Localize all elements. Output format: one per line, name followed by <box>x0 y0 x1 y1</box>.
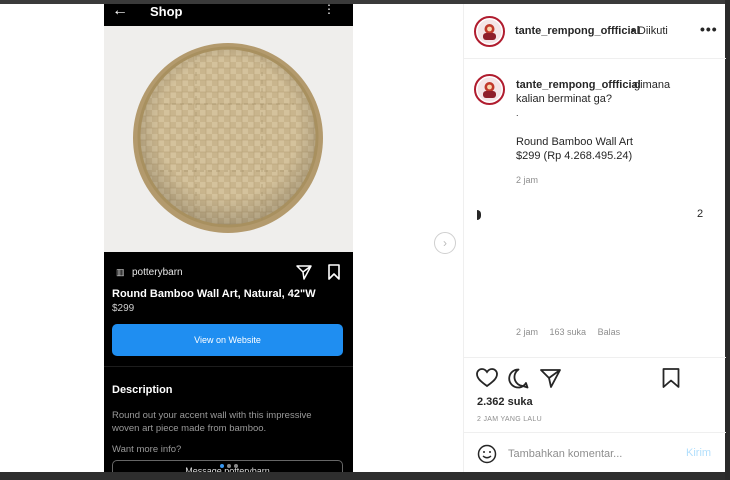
product-image <box>104 26 353 252</box>
send-icon[interactable] <box>296 264 312 285</box>
more-options-icon[interactable]: ••• <box>700 21 718 37</box>
more-vertical-icon: ⋮ <box>323 4 335 16</box>
description-heading: Description <box>112 384 173 396</box>
shop-icon: ▥ <box>116 267 125 277</box>
shop-name[interactable]: potterybarn <box>132 267 183 278</box>
follow-status[interactable]: • Diikuti <box>631 25 668 37</box>
chevron-right-icon[interactable]: › <box>434 232 456 254</box>
bamboo-basket-illustration <box>104 26 353 252</box>
bookmark-icon[interactable] <box>662 368 680 393</box>
post-username[interactable]: tante_rempong_offficial <box>515 25 640 37</box>
message-button[interactable]: Message potterybarn <box>112 460 343 472</box>
comment-input[interactable] <box>508 446 678 462</box>
phone-title: Shop <box>150 4 183 19</box>
post-timestamp[interactable]: 2 JAM YANG LALU <box>477 416 542 423</box>
shop-row: ▥ potterybarn <box>112 264 345 282</box>
view-on-website-button[interactable]: View on Website <box>112 324 343 356</box>
product-title: Round Bamboo Wall Art, Natural, 42"W <box>112 288 316 300</box>
caption-timestamp[interactable]: 2 jam <box>516 175 538 185</box>
comment-text: 2 <box>697 208 704 220</box>
share-icon[interactable] <box>540 368 561 393</box>
post-header: tante_rempong_offficial • Diikuti ••• <box>464 4 726 59</box>
comment-meta: 2 jam 163 suka Balas <box>516 327 629 337</box>
phone-screenshot: ← Shop ⋮ ▥ potterybarn Round Bamboo Wall… <box>104 4 353 472</box>
caption-text: gimana <box>634 79 671 91</box>
post-media: ← Shop ⋮ ▥ potterybarn Round Bamboo Wall… <box>0 4 463 472</box>
caption-text: kalian berminat ga? <box>516 93 613 105</box>
caption-username[interactable]: tante_rempong_offficial <box>516 79 641 91</box>
post-sidebar: tante_rempong_offficial • Diikuti ••• ta… <box>463 4 726 472</box>
add-comment-bar: Kirim <box>464 432 726 472</box>
comment-icon[interactable] <box>508 368 529 394</box>
avatar[interactable] <box>474 16 505 47</box>
caption-price: $299 (Rp 4.268.495.24) <box>516 150 633 162</box>
product-price: $299 <box>112 303 135 314</box>
send-comment-button[interactable]: Kirim <box>686 447 711 459</box>
heart-icon[interactable] <box>476 368 498 393</box>
likes-count[interactable]: 2.362 suka <box>477 396 533 408</box>
avatar[interactable] <box>474 74 505 105</box>
background-bottom <box>0 471 730 480</box>
caption-product: Round Bamboo Wall Art <box>516 136 633 148</box>
more-info-text: Want more info? <box>112 444 182 455</box>
description-text: Round out your accent wall with this imp… <box>112 410 312 434</box>
emoji-icon[interactable] <box>477 444 497 469</box>
comment-timestamp[interactable]: 2 jam <box>516 327 538 337</box>
divider <box>104 366 353 367</box>
comment-avatar-edge <box>477 210 481 220</box>
caption-text: . <box>516 108 519 118</box>
arrow-left-icon: ← <box>112 4 128 19</box>
reply-button[interactable]: Balas <box>598 327 621 337</box>
phone-header: ← Shop ⋮ <box>104 4 353 26</box>
comment-likes[interactable]: 163 suka <box>550 327 587 337</box>
bookmark-icon[interactable] <box>327 264 341 285</box>
